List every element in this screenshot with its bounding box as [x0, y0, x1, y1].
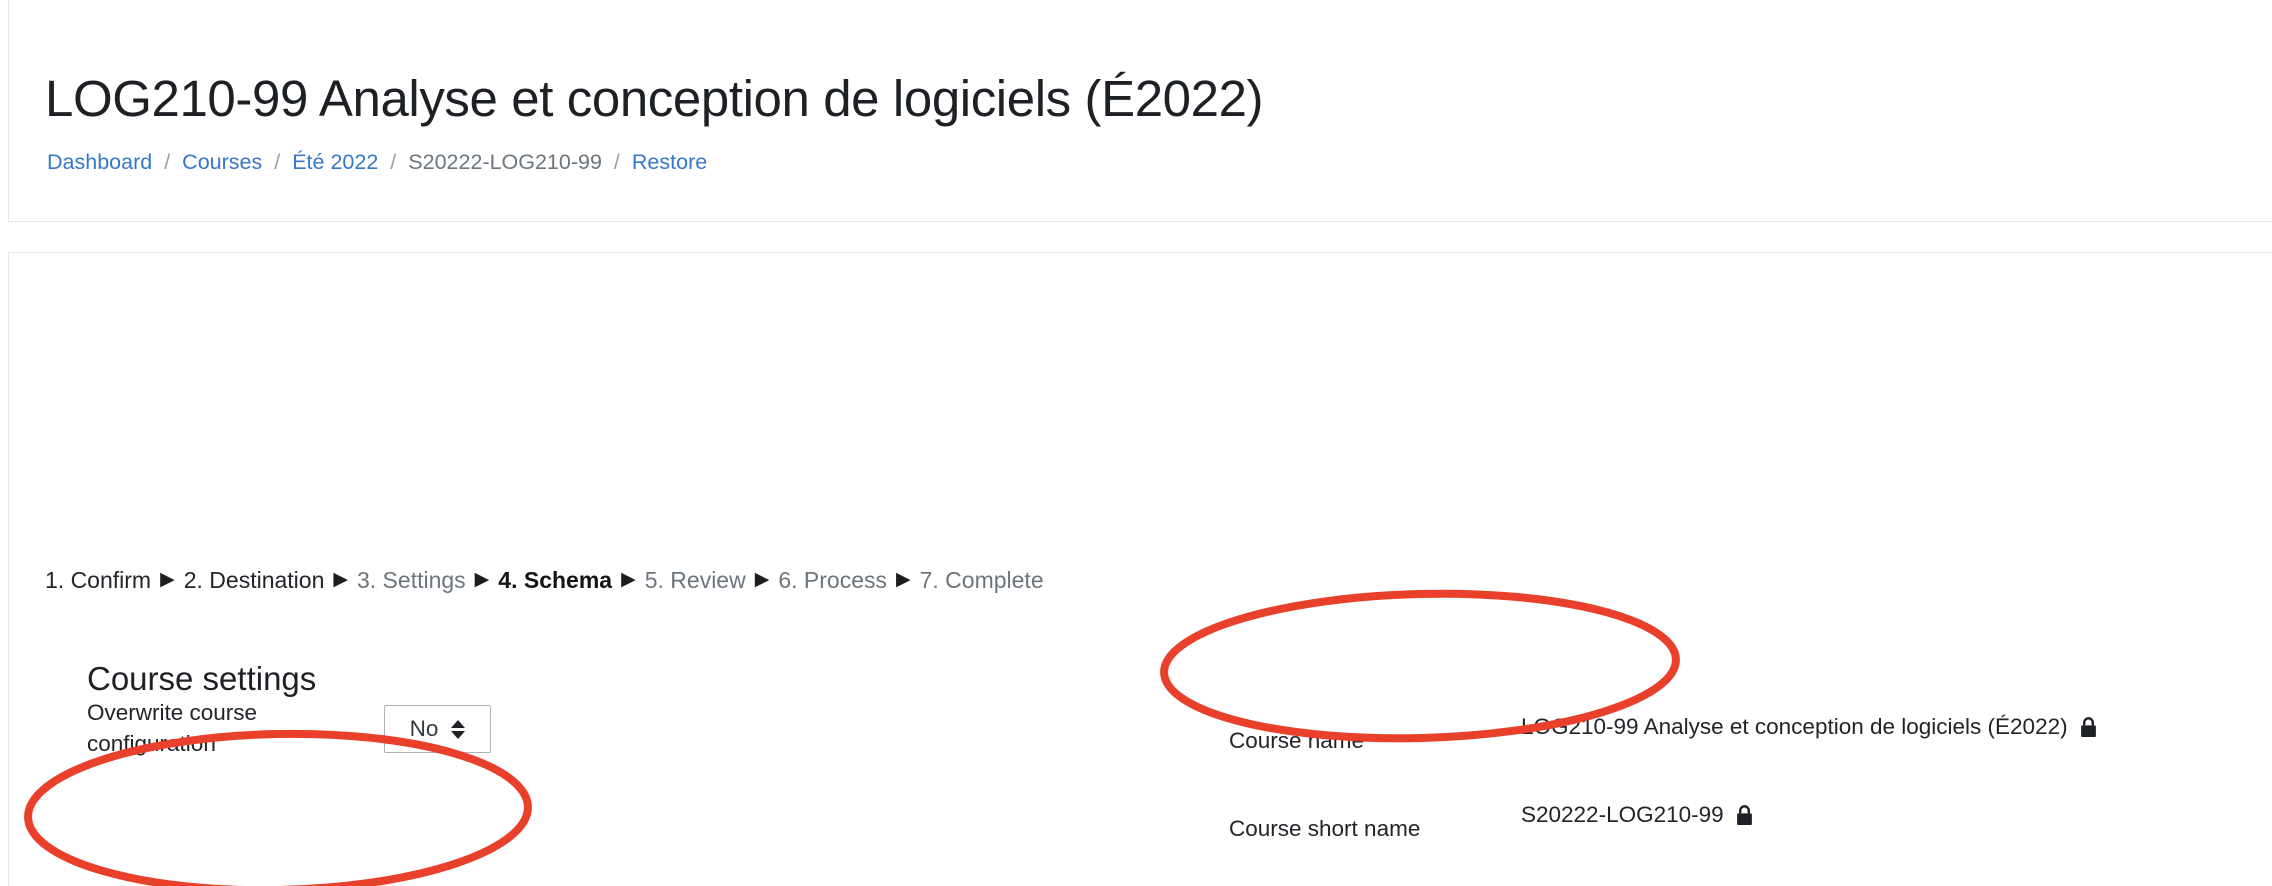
lock-icon	[2079, 716, 2098, 739]
step-3-settings[interactable]: 3. Settings	[357, 569, 466, 592]
breadcrumb-separator: /	[613, 150, 620, 174]
select-value: No	[409, 715, 439, 741]
step-7-complete[interactable]: 7. Complete	[920, 569, 1044, 592]
step-5-review[interactable]: 5. Review	[645, 569, 746, 592]
restore-body-card: 1. Confirm ▶ 2. Destination ▶ 3. Setting…	[8, 252, 2272, 886]
field-label: Course name	[1229, 728, 1365, 753]
step-arrow-icon: ▶	[160, 569, 175, 590]
breadcrumb-item-dashboard[interactable]: Dashboard	[47, 151, 152, 174]
field-value: LOG210-99 Analyse et conception de logic…	[1521, 714, 2068, 739]
section-title-course-settings: Course settings	[87, 660, 317, 698]
course-name-value-group: LOG210-99 Analyse et conception de logic…	[1521, 711, 2098, 742]
breadcrumb-separator: /	[390, 150, 397, 174]
breadcrumb-item-restore[interactable]: Restore	[632, 151, 707, 174]
updown-arrows-icon	[451, 719, 466, 739]
breadcrumb-item-courses[interactable]: Courses	[182, 151, 262, 174]
page-title: LOG210-99 Analyse et conception de logic…	[45, 70, 1264, 128]
breadcrumb-item-course-shortname: S20222-LOG210-99	[408, 150, 602, 174]
course-short-name-value-group: S20222-LOG210-99	[1521, 799, 1754, 830]
field-label: Overwrite course configuration	[87, 700, 258, 757]
lock-icon	[1735, 804, 1754, 827]
breadcrumb-separator: /	[274, 150, 281, 174]
page-root: LOG210-99 Analyse et conception de logic…	[0, 0, 2272, 886]
breadcrumb: Dashboard / Courses / Été 2022 / S20222-…	[47, 150, 707, 174]
step-4-schema[interactable]: 4. Schema	[498, 569, 612, 592]
step-arrow-icon: ▶	[895, 569, 911, 590]
step-arrow-icon: ▶	[621, 569, 636, 590]
field-value: S20222-LOG210-99	[1521, 802, 1724, 827]
step-1-confirm[interactable]: 1. Confirm	[45, 569, 151, 592]
step-6-process[interactable]: 6. Process	[778, 569, 887, 592]
field-label: Course short name	[1229, 816, 1421, 841]
step-arrow-icon: ▶	[754, 569, 770, 590]
restore-step-nav: 1. Confirm ▶ 2. Destination ▶ 3. Setting…	[45, 569, 1044, 592]
header-card: LOG210-99 Analyse et conception de logic…	[8, 0, 2272, 222]
step-arrow-icon: ▶	[333, 569, 348, 590]
breadcrumb-separator: /	[164, 150, 171, 174]
step-arrow-icon: ▶	[474, 569, 490, 590]
overwrite-course-configuration-select[interactable]: No	[384, 705, 491, 753]
breadcrumb-item-ete-2022[interactable]: Été 2022	[292, 151, 378, 174]
step-2-destination[interactable]: 2. Destination	[184, 569, 325, 592]
